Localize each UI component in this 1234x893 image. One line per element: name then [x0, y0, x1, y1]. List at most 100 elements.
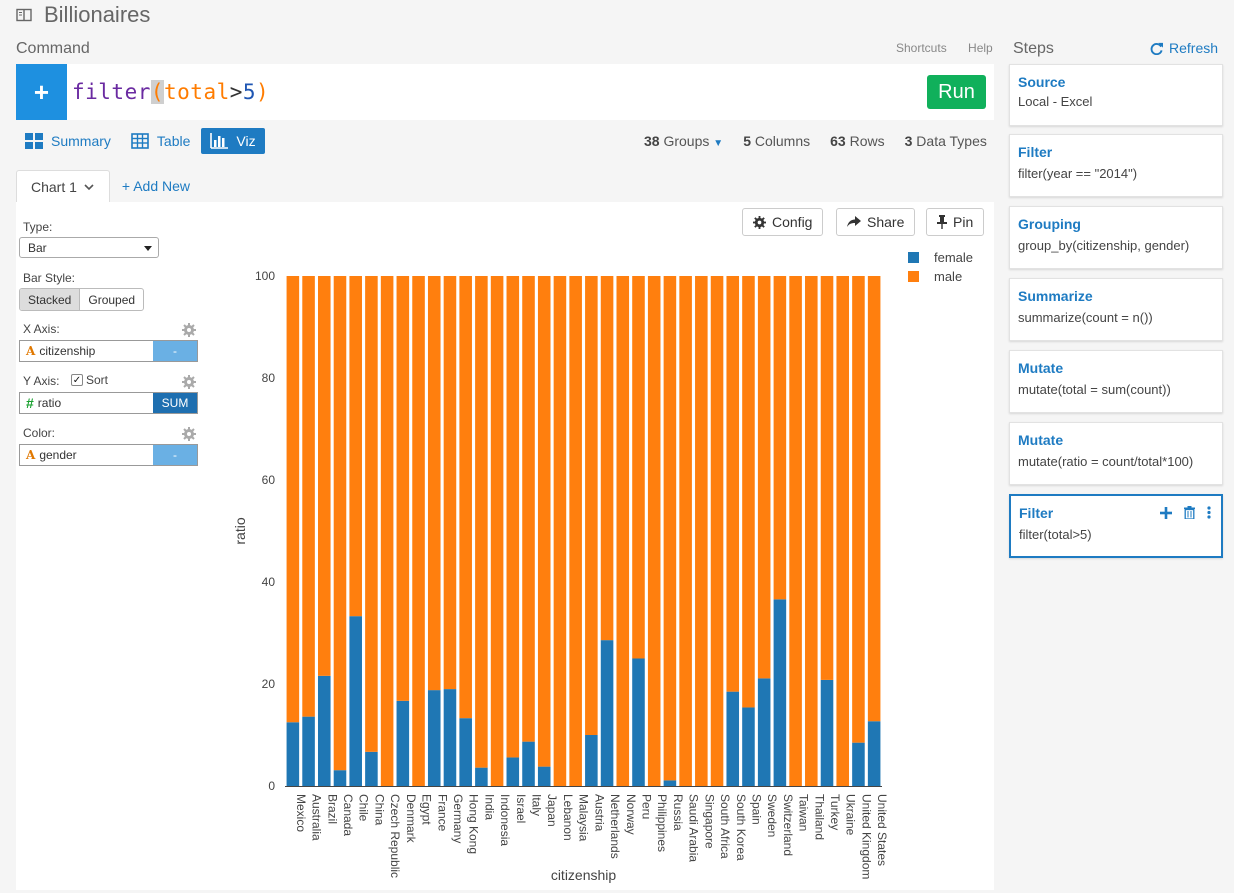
bar-female	[396, 700, 410, 786]
x-tick-label: Netherlands	[608, 794, 622, 859]
command-function: filter	[72, 80, 151, 104]
command-close-paren: )	[256, 80, 270, 104]
x-tick-label: Malaysia	[577, 794, 591, 842]
trash-icon[interactable]	[1184, 506, 1195, 519]
bar-male	[522, 276, 535, 742]
command-input[interactable]: filter(total>5)	[72, 80, 269, 104]
chevron-down-icon	[84, 183, 94, 190]
step-desc: filter(year == "2014")	[1018, 166, 1138, 181]
tab-summary[interactable]: Summary	[16, 128, 120, 154]
y-tick-label: 100	[255, 269, 275, 283]
step-mutate-ratio[interactable]: Mutate mutate(ratio = count/total*100)	[1009, 422, 1223, 485]
types-count: 3	[904, 133, 913, 149]
x-tick-label: Czech Republic	[388, 794, 402, 878]
legend-swatch-male	[908, 271, 919, 282]
command-identifier: total	[164, 80, 230, 104]
step-source[interactable]: Source Local - Excel	[1009, 64, 1223, 126]
tab-chart-1[interactable]: Chart 1	[16, 170, 110, 202]
bar-male	[820, 276, 834, 680]
bar-male	[757, 276, 771, 679]
command-editor[interactable]: + filter(total>5) Run	[16, 64, 994, 120]
help-link[interactable]: Help	[968, 41, 993, 55]
steps-title: Steps	[1013, 40, 1054, 57]
book-icon	[16, 8, 32, 22]
step-name: Summarize	[1018, 288, 1093, 304]
tab-viz[interactable]: Viz	[201, 128, 265, 154]
bar-male	[286, 276, 300, 723]
y-tick-label: 60	[262, 473, 276, 487]
bar-female	[302, 716, 315, 786]
x-tick-label: Israel	[514, 794, 528, 823]
page-title: Billionaires	[44, 2, 151, 27]
command-number: 5	[242, 80, 257, 104]
bar-male	[443, 276, 457, 690]
command-open-paren: (	[150, 80, 165, 104]
x-tick-label: Mexico	[294, 794, 308, 832]
step-name: Mutate	[1018, 432, 1064, 448]
bar-male	[710, 276, 724, 786]
columns-count: 5	[743, 133, 751, 149]
rows-stat[interactable]: 63 Rows	[830, 133, 884, 149]
bar-male	[585, 276, 598, 735]
stacked-bar-chart: 0 20 40 60 80 100 ratio Mexico Australia Brazil Ca…	[232, 250, 973, 883]
bar-male	[427, 276, 441, 691]
bar-male	[852, 276, 865, 743]
plus-icon[interactable]	[1160, 506, 1172, 519]
add-step-button[interactable]: +	[16, 64, 67, 120]
x-tick-label: Chile	[357, 794, 371, 822]
groups-dropdown[interactable]: 38 Groups ▼	[644, 133, 723, 149]
command-operator: >	[229, 80, 243, 104]
step-desc: filter(total>5)	[1019, 527, 1092, 542]
bar-male	[396, 276, 410, 701]
bar-male	[475, 276, 488, 768]
run-button[interactable]: Run	[927, 75, 986, 109]
view-tabs: Summary Table Viz	[16, 128, 267, 154]
bar-male	[616, 276, 630, 786]
refresh-icon	[1150, 42, 1163, 55]
bar-male	[302, 276, 315, 717]
x-tick-label: Indonesia	[498, 794, 512, 846]
step-summarize[interactable]: Summarize summarize(count = n())	[1009, 278, 1223, 341]
step-desc: mutate(ratio = count/total*100)	[1018, 454, 1194, 469]
shortcuts-link[interactable]: Shortcuts	[896, 41, 947, 55]
step-name: Filter	[1018, 144, 1053, 160]
bar-male	[663, 276, 677, 781]
x-tick-label: Japan	[545, 794, 559, 827]
x-tick-label: South Korea	[734, 794, 748, 861]
x-tick-label: Lebanon	[561, 794, 575, 841]
chart-tabs: Chart 1 + Add New	[16, 170, 190, 202]
bar-female	[867, 721, 881, 786]
step-desc: summarize(count = n())	[1018, 310, 1153, 325]
step-desc: mutate(total = sum(count))	[1018, 382, 1171, 397]
step-mutate-total[interactable]: Mutate mutate(total = sum(count))	[1009, 350, 1223, 413]
command-links: Shortcuts Help	[896, 41, 1011, 55]
bar-female	[537, 766, 551, 786]
bar-female	[522, 741, 535, 786]
x-tick-label: Saudi Arabia	[687, 794, 701, 862]
refresh-button[interactable]: Refresh	[1150, 40, 1218, 56]
legend-label-female: female	[934, 250, 973, 265]
x-tick-label: Canada	[341, 794, 355, 836]
tab-table[interactable]: Table	[122, 128, 199, 154]
more-vertical-icon[interactable]	[1207, 506, 1211, 519]
x-tick-label: Norway	[624, 794, 638, 835]
bar-male	[380, 276, 394, 786]
step-grouping[interactable]: Grouping group_by(citizenship, gender)	[1009, 206, 1223, 269]
x-tick-label: Egypt	[420, 794, 434, 825]
x-tick-label: Brazil	[325, 794, 339, 824]
step-filter-year[interactable]: Filter filter(year == "2014")	[1009, 134, 1223, 197]
bar-male	[679, 276, 692, 786]
bar-male	[789, 276, 802, 786]
add-new-chart-link[interactable]: + Add New	[122, 178, 190, 202]
x-tick-label: United Kingdom	[859, 794, 873, 879]
x-tick-label: Italy	[530, 794, 544, 816]
bar-female	[286, 722, 300, 786]
rows-count: 63	[830, 133, 846, 149]
x-axis-label: citizenship	[551, 867, 617, 883]
columns-stat[interactable]: 5 Columns	[743, 133, 810, 149]
bar-female	[475, 767, 488, 786]
bar-male	[365, 276, 378, 752]
table-icon	[131, 133, 149, 149]
types-stat[interactable]: 3 Data Types	[905, 133, 987, 149]
step-filter-total[interactable]: Filter filter(total>5)	[1009, 494, 1223, 558]
